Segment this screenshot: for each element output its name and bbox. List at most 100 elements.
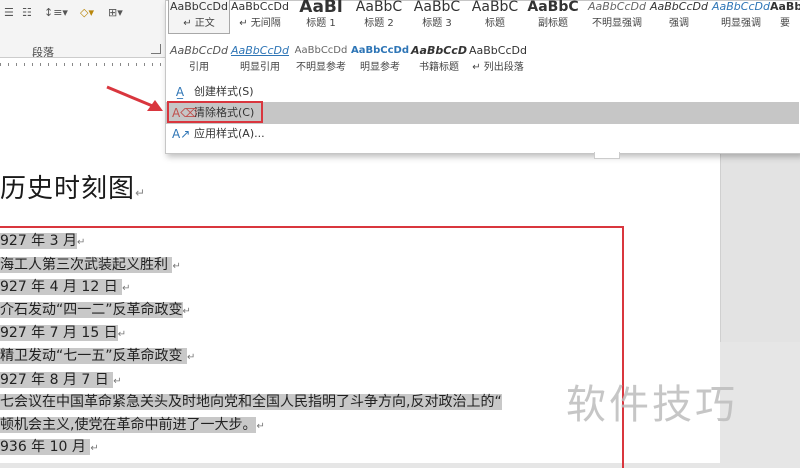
style-preview: AaBbCcDd xyxy=(650,0,708,13)
doc-line-text: 927 年 8 月 7 日 xyxy=(0,372,109,388)
styles-gallery-dropdown: AaBbCcDd ↵ 正文 AaBbCcDd ↵ 无间隔 AaBl 标题 1 AaBb… xyxy=(165,0,800,154)
style-name: 副标题 xyxy=(538,18,568,29)
right-gray-panel xyxy=(720,152,800,342)
apply-styles-label: 应用样式(A)... xyxy=(194,127,265,140)
style-subtle-emphasis[interactable]: AaBbCcDd 不明显强调 xyxy=(587,0,647,33)
style-name: 标题 3 xyxy=(422,18,452,29)
doc-line[interactable]: 精卫发动“七一五”反革命政变 ↵ xyxy=(0,346,195,366)
style-preview: AaBb xyxy=(770,0,800,13)
doc-line-text: 927 年 3 月 xyxy=(0,233,77,249)
doc-line-text: 顿机会主义,使党在革命中前进了一大步。 xyxy=(0,417,257,433)
align-distributed-icon[interactable]: ☷ xyxy=(22,6,32,19)
doc-line[interactable]: 927 年 4 月 12 日 ↵ xyxy=(0,277,131,297)
paragraph-mark-icon: ↵ xyxy=(117,329,127,340)
clear-formatting-label: 清除格式(C) xyxy=(194,106,255,119)
style-name: 要 xyxy=(780,18,790,29)
style-preview: AaBbC xyxy=(413,0,461,15)
create-style-menu-item[interactable]: A̲ 创建样式(S) xyxy=(166,81,799,103)
style-normal[interactable]: AaBbCcDd ↵ 正文 xyxy=(168,0,230,34)
style-book-title[interactable]: AaBbCcD 书籍标题 xyxy=(409,41,469,77)
horizontal-ruler xyxy=(0,57,170,71)
doc-line[interactable]: 927 年 8 月 7 日 ↵ xyxy=(0,370,122,390)
style-no-spacing[interactable]: AaBbCcDd ↵ 无间隔 xyxy=(230,0,290,33)
paragraph-mark-icon: ↵ xyxy=(76,237,86,248)
style-name: 不明显强调 xyxy=(592,18,642,29)
style-name: 引用 xyxy=(189,62,209,73)
style-name: 明显参考 xyxy=(360,62,400,73)
paragraph-mark-icon: ↵ xyxy=(172,261,181,272)
style-heading-2[interactable]: AaBbC 标题 2 xyxy=(349,0,409,33)
style-name: 明显强调 xyxy=(721,18,761,29)
annotation-arrow-icon xyxy=(106,85,163,111)
style-name: ↵ 列出段落 xyxy=(472,62,524,73)
style-heading-1[interactable]: AaBl 标题 1 xyxy=(291,0,351,33)
style-list-paragraph[interactable]: AaBbCcDd ↵ 列出段落 xyxy=(468,41,528,77)
document-title[interactable]: 历史时刻图↵ xyxy=(0,168,146,205)
style-preview: AaBbCcDd xyxy=(712,0,770,13)
paragraph-mark-icon: ↵ xyxy=(135,186,147,200)
style-preview: AaBbC xyxy=(527,0,579,15)
apply-styles-menu-item[interactable]: A↗ 应用样式(A)... xyxy=(166,123,799,145)
doc-line-text: 927 年 4 月 12 日 xyxy=(0,279,118,295)
paragraph-mark-icon: ↵ xyxy=(90,443,99,454)
doc-line[interactable]: 七会议在中国革命紧急关头及时地向党和全国人民指明了斗争方向,反对政治上的“ xyxy=(0,392,502,412)
style-name: 标题 1 xyxy=(306,18,336,29)
doc-line[interactable]: 海工人第三次武装起义胜利 ↵ xyxy=(0,255,181,275)
doc-line[interactable]: 介石发动“四一二”反革命政变↵ xyxy=(0,300,191,320)
style-preview: AaBbCcDd xyxy=(170,0,228,13)
style-preview: AaBbCcD xyxy=(411,44,467,57)
ribbon-paragraph-group: ☰ ☷ ↕≡▾ ◇▾ ⊞▾ 段落 xyxy=(0,0,170,71)
paragraph-dialog-launcher-icon[interactable] xyxy=(151,44,161,54)
paragraph-mark-icon: ↵ xyxy=(256,421,265,432)
doc-line[interactable]: 顿机会主义,使党在革命中前进了一大步。↵ xyxy=(0,415,265,435)
style-preview: AaBl xyxy=(299,0,343,17)
style-preview: AaBbCcDd xyxy=(469,44,527,57)
clear-formatting-menu-item[interactable]: A⌫ 清除格式(C) xyxy=(166,102,799,124)
style-title[interactable]: AaBbC 标题 xyxy=(465,0,525,33)
style-intense-quote[interactable]: AaBbCcDd 明显引用 xyxy=(230,41,290,77)
line-spacing-icon[interactable]: ↕≡▾ xyxy=(44,6,68,19)
style-intense-reference[interactable]: AaBbCcDd 明显参考 xyxy=(350,41,410,77)
style-subtitle[interactable]: AaBbC 副标题 xyxy=(523,0,583,33)
doc-line[interactable]: 927 年 3 月↵ xyxy=(0,231,85,251)
style-strong[interactable]: AaBb 要 xyxy=(770,0,800,33)
watermark: 软件技巧 xyxy=(566,382,738,428)
doc-line[interactable]: 927 年 7 月 15 日↵ xyxy=(0,323,126,343)
style-preview: AaBbCcDd xyxy=(294,45,348,56)
doc-line-text: 927 年 7 月 15 日 xyxy=(0,325,118,341)
doc-line-text: 精卫发动“七一五”反革命政变 xyxy=(0,348,183,364)
style-preview: AaBbCcDd xyxy=(351,45,409,56)
style-name: 不明显参考 xyxy=(296,62,346,73)
style-intense-emphasis[interactable]: AaBbCcDd 明显强调 xyxy=(711,0,771,33)
style-preview: AaBbCcDd xyxy=(231,0,289,13)
style-emphasis[interactable]: AaBbCcDd 强调 xyxy=(649,0,709,33)
shading-icon[interactable]: ◇▾ xyxy=(80,6,94,19)
doc-line-text: 七会议在中国革命紧急关头及时地向党和全国人民指明了斗争方向,反对政治上的“ xyxy=(0,394,502,410)
style-name: 标题 2 xyxy=(364,18,394,29)
doc-line-text: 介石发动“四一二”反革命政变 xyxy=(0,302,183,318)
style-name: 强调 xyxy=(669,18,689,29)
style-name: 标题 xyxy=(485,18,505,29)
style-name: ↵ 正文 xyxy=(183,18,215,29)
style-name: 明显引用 xyxy=(240,62,280,73)
style-quote[interactable]: AaBbCcDd 引用 xyxy=(169,41,229,77)
apply-styles-icon: A↗ xyxy=(172,127,191,141)
style-heading-3[interactable]: AaBbC 标题 3 xyxy=(407,0,467,33)
style-subtle-reference[interactable]: AaBbCcDd 不明显参考 xyxy=(291,41,351,77)
borders-icon[interactable]: ⊞▾ xyxy=(108,6,123,19)
style-name: 书籍标题 xyxy=(419,62,459,73)
clear-formatting-icon: A⌫ xyxy=(172,106,198,120)
align-justify-icon[interactable]: ☰ xyxy=(4,6,14,19)
paragraph-mark-icon: ↵ xyxy=(113,376,122,387)
document-title-text: 历史时刻图 xyxy=(0,174,136,204)
doc-line[interactable]: 936 年 10 月 ↵ xyxy=(0,437,99,457)
style-preview: AaBbCcDd xyxy=(588,0,646,13)
style-preview: AaBbCcDd xyxy=(170,44,228,57)
style-preview: AaBbC xyxy=(355,0,403,15)
doc-line-text: 936 年 10 月 xyxy=(0,439,86,455)
create-style-icon: A̲ xyxy=(175,85,185,99)
doc-line-text: 海工人第三次武装起义胜利 xyxy=(0,257,168,273)
paragraph-mark-icon: ↵ xyxy=(186,352,196,363)
paragraph-mark-icon: ↵ xyxy=(182,306,191,317)
gallery-resize-handle[interactable] xyxy=(594,152,620,159)
